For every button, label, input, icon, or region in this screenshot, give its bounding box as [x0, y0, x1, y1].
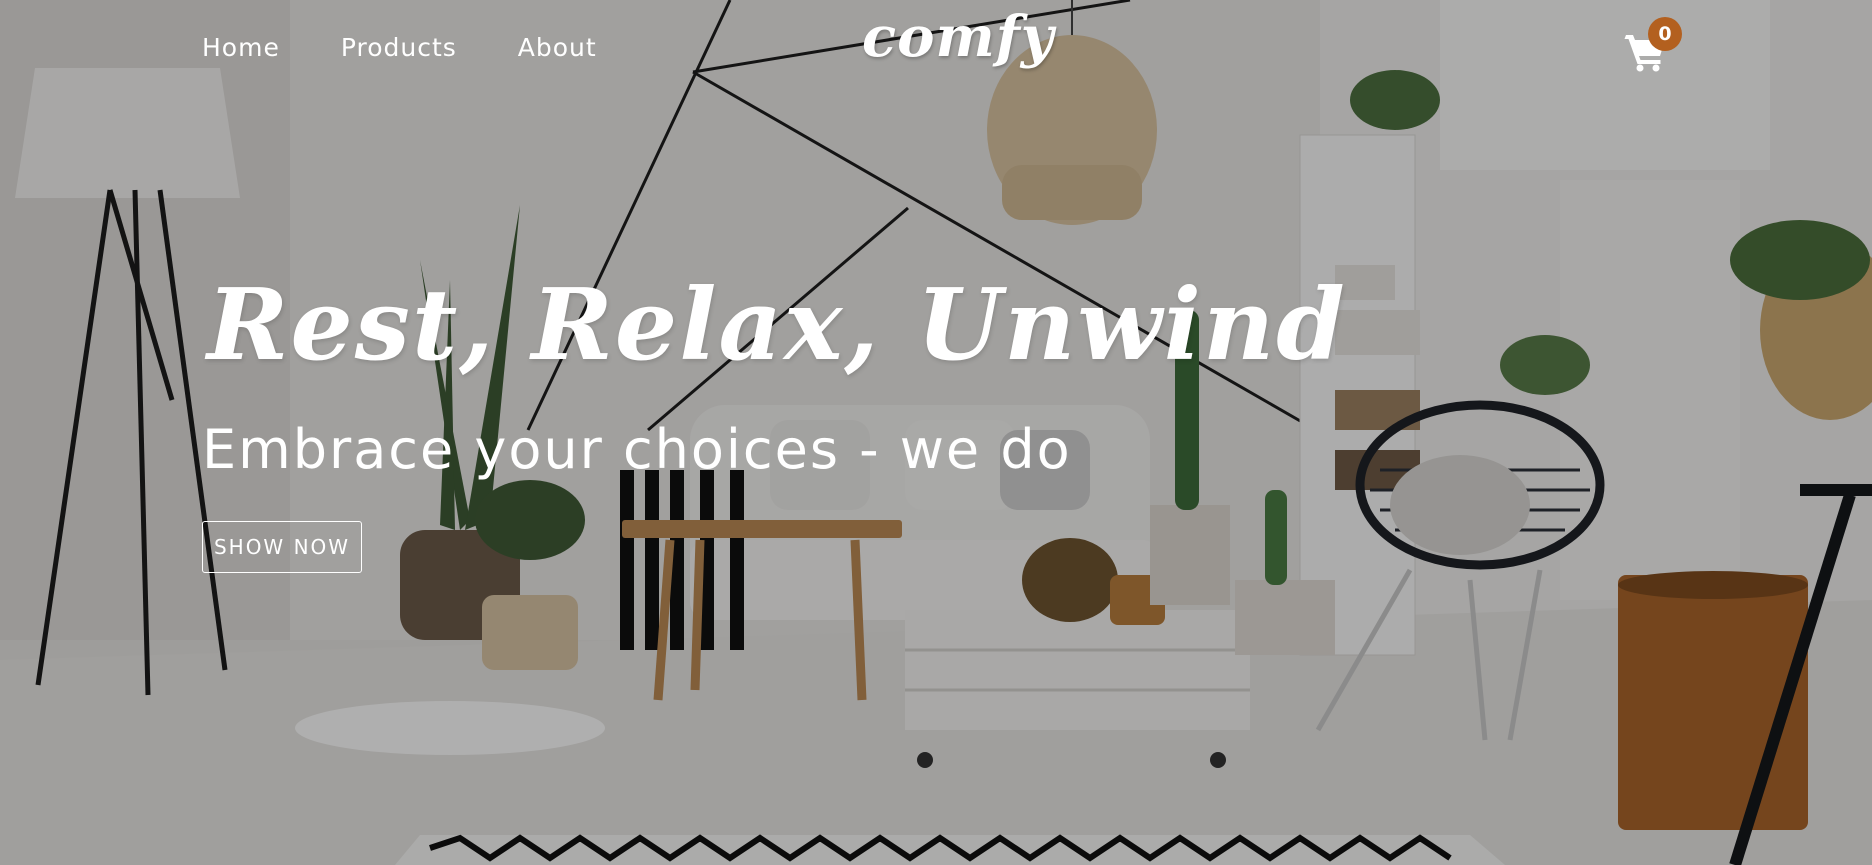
nav-links: Home Products About — [202, 33, 597, 62]
brand-logo[interactable]: comfy — [862, 4, 1054, 70]
cart-count-badge: 0 — [1648, 17, 1682, 51]
hero-subtitle: Embrace your choices - we do — [202, 418, 1072, 481]
show-now-button[interactable]: SHOW NOW — [202, 521, 362, 573]
navbar: Home Products About comfy 0 — [0, 0, 1872, 100]
nav-link-about[interactable]: About — [518, 33, 597, 62]
nav-link-products[interactable]: Products — [341, 33, 457, 62]
hero-title: Rest, Relax, Unwind — [207, 268, 1347, 383]
nav-link-home[interactable]: Home — [202, 33, 280, 62]
